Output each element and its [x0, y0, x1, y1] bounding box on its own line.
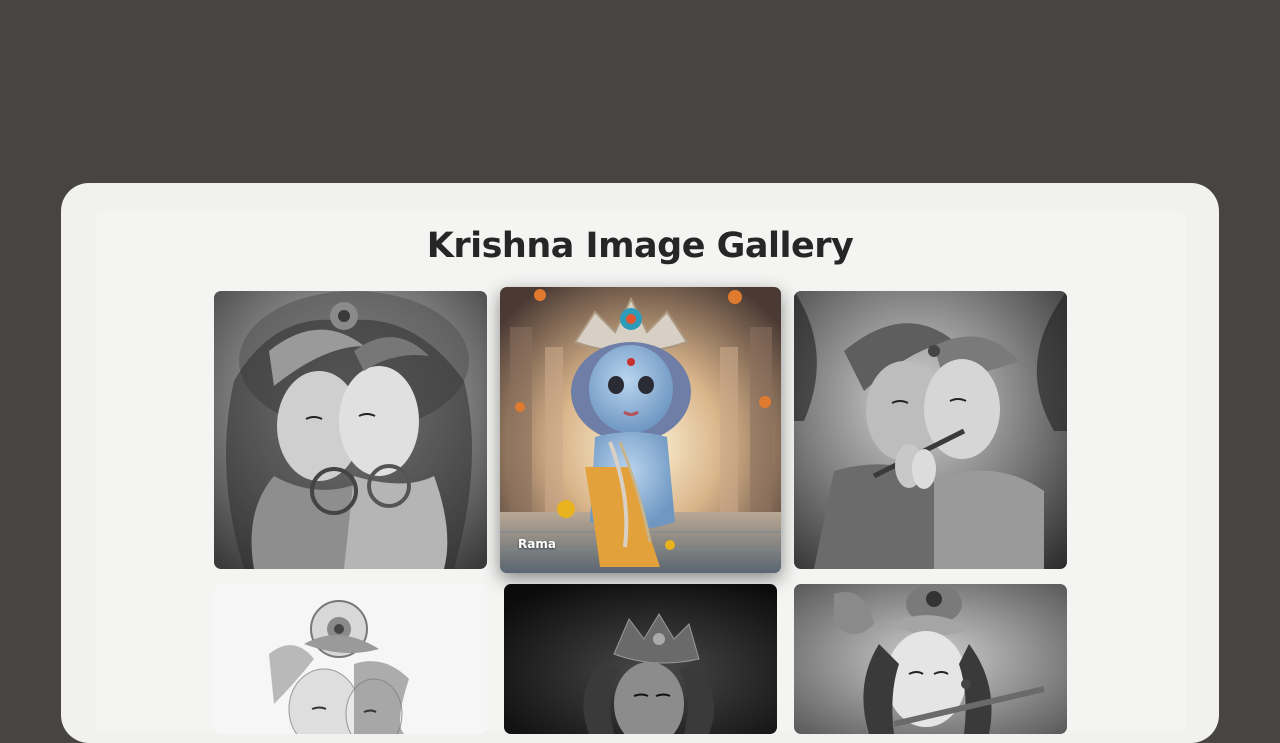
gallery-card[interactable]	[504, 584, 777, 734]
krishna-peacock-crown-sketch-image	[214, 584, 487, 734]
krishna-flute-portrait-image	[794, 584, 1067, 734]
krishna-dark-crown-image	[504, 584, 777, 734]
bal-krishna-temple-image	[500, 287, 781, 573]
image-caption: Rama	[518, 537, 556, 551]
gallery-card[interactable]	[794, 584, 1067, 734]
page-title: Krishna Image Gallery	[426, 226, 854, 266]
gallery-card[interactable]	[214, 584, 487, 734]
radha-krishna-sketch-image	[214, 291, 487, 569]
radha-krishna-flute-image	[794, 291, 1067, 569]
gallery-card[interactable]	[794, 291, 1067, 569]
gallery-card-active[interactable]: Rama	[500, 287, 781, 573]
gallery-card[interactable]	[214, 291, 487, 569]
